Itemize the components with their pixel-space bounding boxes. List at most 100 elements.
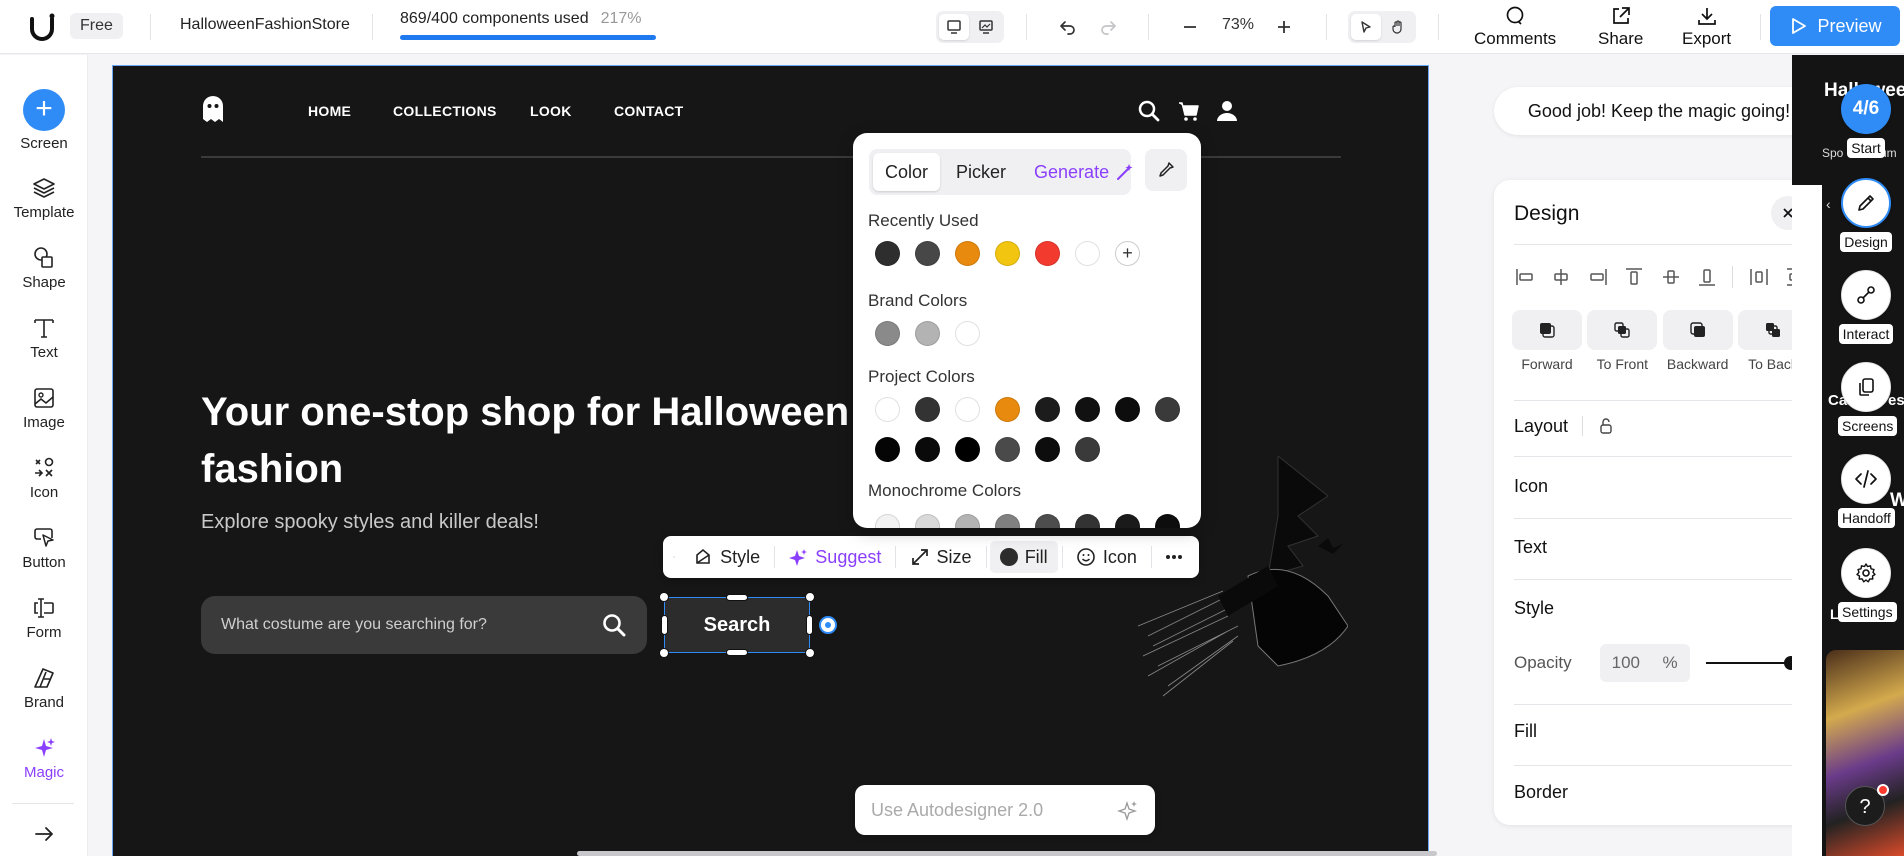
color-swatch[interactable] [915,321,940,346]
tool-button[interactable]: Button [0,525,88,571]
color-swatch[interactable] [875,397,900,422]
color-swatch[interactable] [955,514,980,528]
tool-form[interactable]: Form [0,595,88,641]
cart-icon[interactable] [1177,99,1201,123]
color-swatch[interactable] [1035,241,1060,266]
horizontal-scrollbar[interactable] [577,851,1437,856]
nav-home[interactable]: HOME [308,103,351,119]
color-swatch[interactable] [915,241,940,266]
comments-button[interactable]: Comments [1474,5,1556,49]
fill-section-header[interactable]: Fill [1514,711,1806,751]
zoom-in-button[interactable] [1270,13,1298,41]
color-swatch[interactable] [875,437,900,462]
resize-handle[interactable] [726,649,748,656]
align-top-icon[interactable] [1623,266,1645,288]
send-backward-button[interactable]: Backward [1662,310,1733,372]
text-section-header[interactable]: Text [1514,527,1806,567]
onboarding-step-button[interactable]: 4/6 Start [1838,84,1894,158]
style-section-header[interactable]: Style [1514,588,1806,628]
color-swatch[interactable] [875,241,900,266]
resize-handle[interactable] [659,592,669,602]
icon-button[interactable]: Icon [1066,541,1147,573]
handoff-mode-button[interactable]: Handoff [1838,454,1895,528]
color-swatch[interactable] [1075,514,1100,528]
search-icon[interactable] [1137,99,1161,123]
color-swatch[interactable] [995,397,1020,422]
color-swatch[interactable] [1115,397,1140,422]
eyedropper-button[interactable] [1145,149,1187,191]
tool-shape[interactable]: Shape [0,245,88,291]
ghost-logo-icon[interactable] [201,94,225,124]
distribute-horizontal-icon[interactable] [1748,266,1770,288]
preview-button[interactable]: Preview [1770,6,1900,46]
color-swatch[interactable] [1075,397,1100,422]
more-options-button[interactable] [1155,541,1193,573]
redo-button[interactable] [1094,13,1122,41]
opacity-input[interactable]: 100 % [1599,644,1690,682]
link-connector-handle[interactable] [819,616,837,634]
color-swatch[interactable] [1155,397,1180,422]
color-swatch[interactable] [955,241,980,266]
tab-color[interactable]: Color [873,153,941,191]
color-swatch[interactable] [955,437,980,462]
tool-icon[interactable]: Icon [0,455,88,501]
project-name[interactable]: HalloweenFashionStore [180,16,350,34]
style-button[interactable]: Style [683,541,770,573]
screens-mode-button[interactable]: Screens [1838,362,1898,436]
color-swatch[interactable] [995,514,1020,528]
resize-handle[interactable] [806,615,813,635]
border-section-header[interactable]: Border [1514,772,1806,812]
export-button[interactable]: Export [1682,5,1731,49]
tool-image[interactable]: Image [0,385,88,431]
drag-handle-icon[interactable] [673,547,675,567]
align-bottom-icon[interactable] [1696,266,1718,288]
resize-handle[interactable] [659,648,669,658]
color-swatch[interactable] [995,241,1020,266]
color-swatch[interactable] [875,514,900,528]
costume-search-input[interactable]: What costume are you searching for? [201,596,647,654]
uizard-logo-icon[interactable] [26,11,58,43]
color-swatch[interactable] [875,321,900,346]
resize-handle[interactable] [805,648,815,658]
artboard-screen[interactable]: HOME COLLECTIONS LOOK CONTACT Your one-s… [112,65,1429,856]
align-middle-vertical-icon[interactable] [1660,266,1682,288]
color-swatch[interactable] [1075,437,1100,462]
color-swatch[interactable] [915,437,940,462]
align-right-icon[interactable] [1587,266,1609,288]
unlock-icon[interactable] [1597,417,1615,435]
resize-handle[interactable] [726,594,748,601]
hand-tool-button[interactable] [1383,14,1413,40]
bring-forward-button[interactable]: Forward [1512,310,1582,372]
tool-screen[interactable]: + Screen [0,89,88,152]
resize-handle[interactable] [661,615,668,635]
undo-button[interactable] [1054,13,1082,41]
bring-to-front-button[interactable]: To Front [1587,310,1658,372]
icon-section-header[interactable]: Icon [1514,466,1806,506]
color-swatch[interactable] [1075,241,1100,266]
autodesigner-input[interactable]: Use Autodesigner 2.0 [855,785,1155,835]
align-center-horizontal-icon[interactable] [1550,266,1572,288]
resize-handle[interactable] [805,592,815,602]
align-left-icon[interactable] [1514,266,1536,288]
zoom-level[interactable]: 73% [1222,16,1254,34]
tool-text[interactable]: Text [0,315,88,361]
tool-magic[interactable]: Magic [0,735,88,781]
tab-generate[interactable]: Generate [1022,153,1147,191]
desktop-view-button[interactable] [939,14,969,40]
expand-sidebar-button[interactable] [0,823,88,848]
color-swatch[interactable] [1115,514,1140,528]
color-swatch[interactable] [915,397,940,422]
color-swatch[interactable] [955,321,980,346]
nav-contact[interactable]: CONTACT [614,103,684,119]
add-color-button[interactable]: + [1115,241,1140,266]
wireframe-view-button[interactable] [971,14,1001,40]
color-swatch[interactable] [1035,397,1060,422]
tool-brand[interactable]: Brand [0,665,88,711]
user-icon[interactable] [1215,99,1239,123]
color-swatch[interactable] [995,437,1020,462]
opacity-slider[interactable] [1705,656,1798,670]
settings-mode-button[interactable]: Settings [1838,548,1897,622]
tool-template[interactable]: Template [0,175,88,221]
fill-button[interactable]: Fill [989,541,1058,573]
layout-section-header[interactable]: Layout [1514,406,1806,446]
